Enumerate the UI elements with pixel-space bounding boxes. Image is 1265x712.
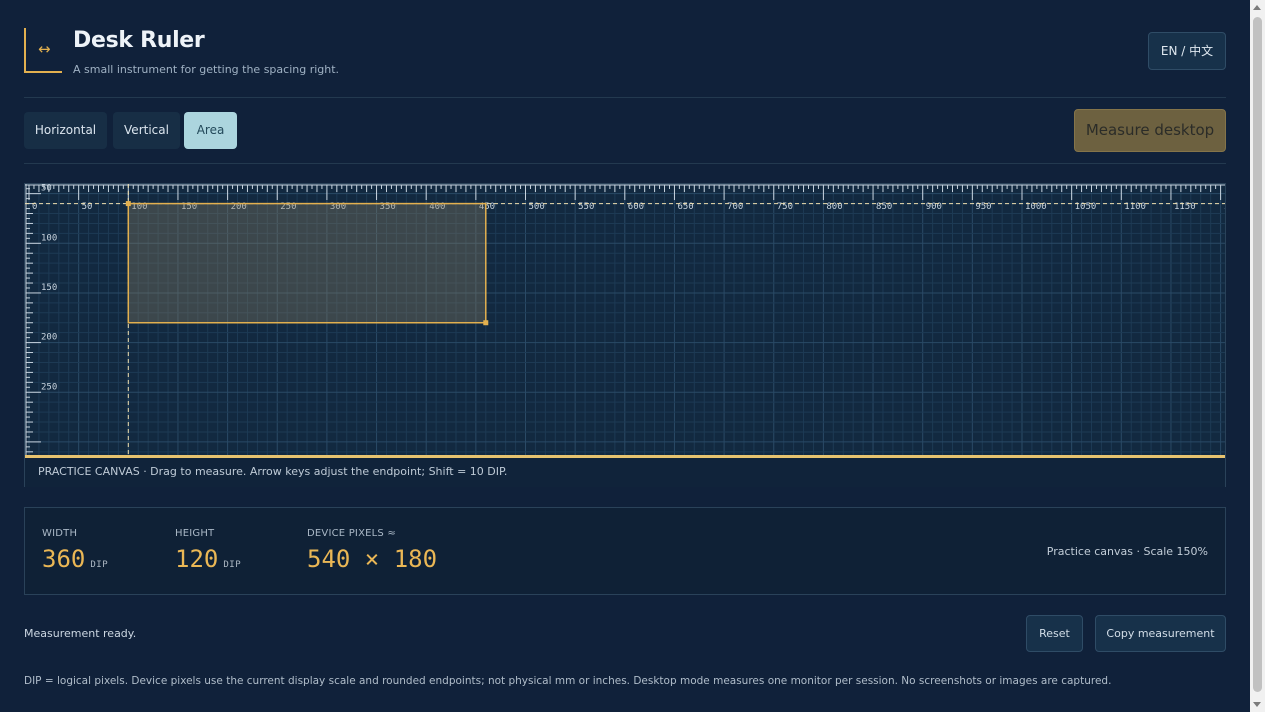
stat-device-pixels: DEVICE PIXELS ≈ 540 × 180 xyxy=(307,528,437,573)
copy-measurement-button[interactable]: Copy measurement xyxy=(1095,615,1226,652)
reset-button[interactable]: Reset xyxy=(1026,615,1083,652)
measurement-stats: WIDTH 360 DIP HEIGHT 120 DIP DEVICE PIXELS… xyxy=(24,507,1226,595)
page-subtitle: A small instrument for getting the spaci… xyxy=(73,63,340,76)
selection-rectangle xyxy=(127,202,487,324)
scale-info: Practice canvas · Scale 150% xyxy=(1046,545,1208,558)
status-message: Measurement ready. xyxy=(24,627,137,640)
mode-vertical-button[interactable]: Vertical xyxy=(113,112,180,149)
selection-start-handle xyxy=(125,201,131,207)
width-label: WIDTH xyxy=(42,528,78,539)
measure-desktop-button[interactable]: Measure desktop xyxy=(1074,109,1226,152)
scroll-down-icon[interactable] xyxy=(1253,702,1261,707)
mode-horizontal-button[interactable]: Horizontal xyxy=(24,112,107,149)
footnote: DIP = logical pixels. Device pixels use … xyxy=(24,675,1112,687)
practice-canvas[interactable]: 0501001502002503003504004505005506006507… xyxy=(24,183,1226,487)
toolbar-divider xyxy=(24,163,1226,164)
width-value: 360 xyxy=(42,545,86,573)
height-label: HEIGHT xyxy=(175,528,215,539)
selection-end-handle xyxy=(483,320,489,326)
page-title: Desk Ruler xyxy=(73,28,205,53)
mode-area-button[interactable]: Area xyxy=(184,112,237,149)
ruler-label-y: 150 xyxy=(41,283,57,293)
device-pixels-value: 540 × 180 xyxy=(307,545,438,573)
ruler-label-y: 200 xyxy=(41,333,57,343)
logo: ↔ xyxy=(24,28,62,73)
mode-toolbar: Horizontal Vertical Area Measure desktop xyxy=(24,109,1226,152)
ruler-label-y: 100 xyxy=(41,233,57,243)
width-unit: DIP xyxy=(90,560,109,570)
scroll-thumb[interactable] xyxy=(1253,17,1262,692)
device-pixels-label: DEVICE PIXELS ≈ xyxy=(307,528,396,539)
header: ↔ Desk Ruler A small instrument for gett… xyxy=(24,28,1226,78)
language-toggle-button[interactable]: EN / 中文 xyxy=(1148,32,1226,70)
ruler-label-y: 50 xyxy=(41,184,52,194)
stat-width: WIDTH 360 DIP xyxy=(42,528,108,573)
scroll-up-icon[interactable] xyxy=(1253,5,1261,10)
ruler-label-y: 250 xyxy=(41,382,57,392)
stat-height: HEIGHT 120 DIP xyxy=(175,528,241,573)
measurement-canvas[interactable]: 0501001502002503003504004505005506006507… xyxy=(25,184,1225,455)
height-unit: DIP xyxy=(223,560,242,570)
canvas-instructions: PRACTICE CANVAS · Drag to measure. Arrow… xyxy=(25,455,1225,487)
double-arrow-icon: ↔ xyxy=(38,40,51,58)
header-divider xyxy=(24,97,1226,98)
height-value: 120 xyxy=(175,545,219,573)
page-scrollbar[interactable] xyxy=(1250,0,1265,712)
ruler-label-x: 1150 xyxy=(1174,202,1196,212)
